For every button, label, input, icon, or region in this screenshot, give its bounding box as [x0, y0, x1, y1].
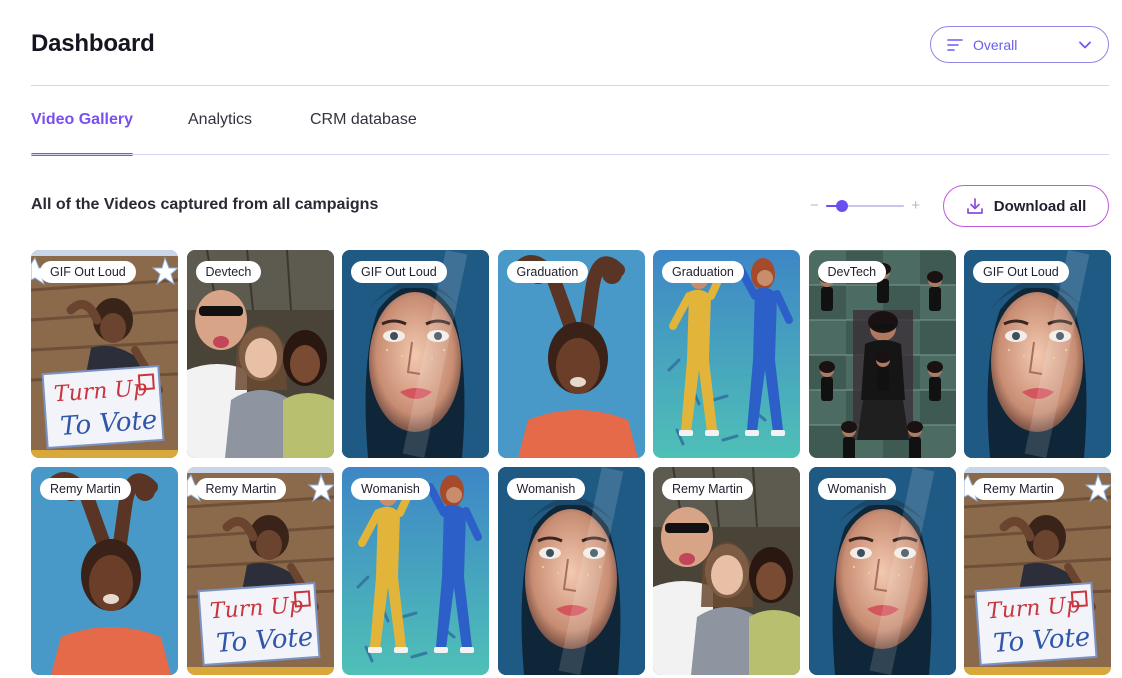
page-title: Dashboard: [31, 30, 155, 57]
zoom-in-icon[interactable]: +: [911, 197, 920, 215]
video-tile[interactable]: Graduation: [497, 250, 645, 458]
video-tile[interactable]: Graduation: [653, 250, 800, 458]
overall-filter-dropdown[interactable]: Overall: [930, 26, 1109, 63]
download-all-label: Download all: [993, 197, 1087, 215]
campaign-tag: Remy Martin: [40, 478, 131, 500]
video-tile[interactable]: Turn Up To Vote Remy Martin: [186, 467, 334, 675]
video-tile[interactable]: Devtech: [186, 250, 334, 458]
campaign-tag: GIF Out Loud: [40, 261, 136, 283]
video-tile[interactable]: GIF Out Loud: [964, 250, 1111, 458]
campaign-tag: Womanish: [817, 478, 897, 500]
video-tile[interactable]: Womanish: [497, 467, 645, 675]
video-tile[interactable]: Turn Up To Vote GIF Out Loud: [31, 250, 178, 458]
campaign-tag: GIF Out Loud: [973, 261, 1069, 283]
zoom-out-icon[interactable]: −: [810, 197, 819, 215]
filter-lines-icon: [947, 38, 963, 52]
chevron-down-icon: [1078, 38, 1092, 52]
campaign-tag: Remy Martin: [195, 478, 287, 500]
video-tile[interactable]: DevTech: [808, 250, 956, 458]
header-divider: [31, 85, 1109, 86]
video-tile[interactable]: Remy Martin: [31, 467, 178, 675]
zoom-handle[interactable]: [835, 200, 848, 212]
tab-video-gallery[interactable]: Video Gallery: [31, 108, 133, 156]
video-tile[interactable]: Turn Up To Vote Remy Martin: [964, 467, 1111, 675]
tab-crm-database[interactable]: CRM database: [310, 108, 417, 156]
filter-selected-value: Overall: [973, 36, 1018, 53]
campaign-tag: Remy Martin: [973, 478, 1064, 500]
campaign-tag: DevTech: [817, 261, 887, 283]
campaign-tag: Devtech: [195, 261, 262, 283]
campaign-tag: GIF Out Loud: [351, 261, 447, 283]
video-tile[interactable]: GIF Out Loud: [342, 250, 489, 458]
video-grid: Turn Up To Vote GIF Out Loud Devtech GIF…: [31, 250, 1111, 675]
video-tile[interactable]: Womanish: [808, 467, 956, 675]
zoom-slider[interactable]: − +: [810, 197, 920, 215]
gallery-title: All of the Videos captured from all camp…: [31, 196, 379, 213]
download-icon: [966, 197, 984, 215]
header: Dashboard Overall: [31, 26, 1109, 64]
campaign-tag: Womanish: [351, 478, 430, 500]
campaign-tag: Graduation: [506, 261, 589, 283]
campaign-tag: Womanish: [506, 478, 586, 500]
tabs-divider: [31, 154, 1109, 155]
campaign-tag: Remy Martin: [662, 478, 753, 500]
tab-analytics[interactable]: Analytics: [188, 108, 252, 156]
video-tile[interactable]: Womanish: [342, 467, 489, 675]
tab-bar: Video Gallery Analytics CRM database: [31, 108, 1109, 156]
campaign-tag: Graduation: [662, 261, 744, 283]
video-tile[interactable]: Remy Martin: [653, 467, 800, 675]
download-all-button[interactable]: Download all: [943, 185, 1109, 227]
